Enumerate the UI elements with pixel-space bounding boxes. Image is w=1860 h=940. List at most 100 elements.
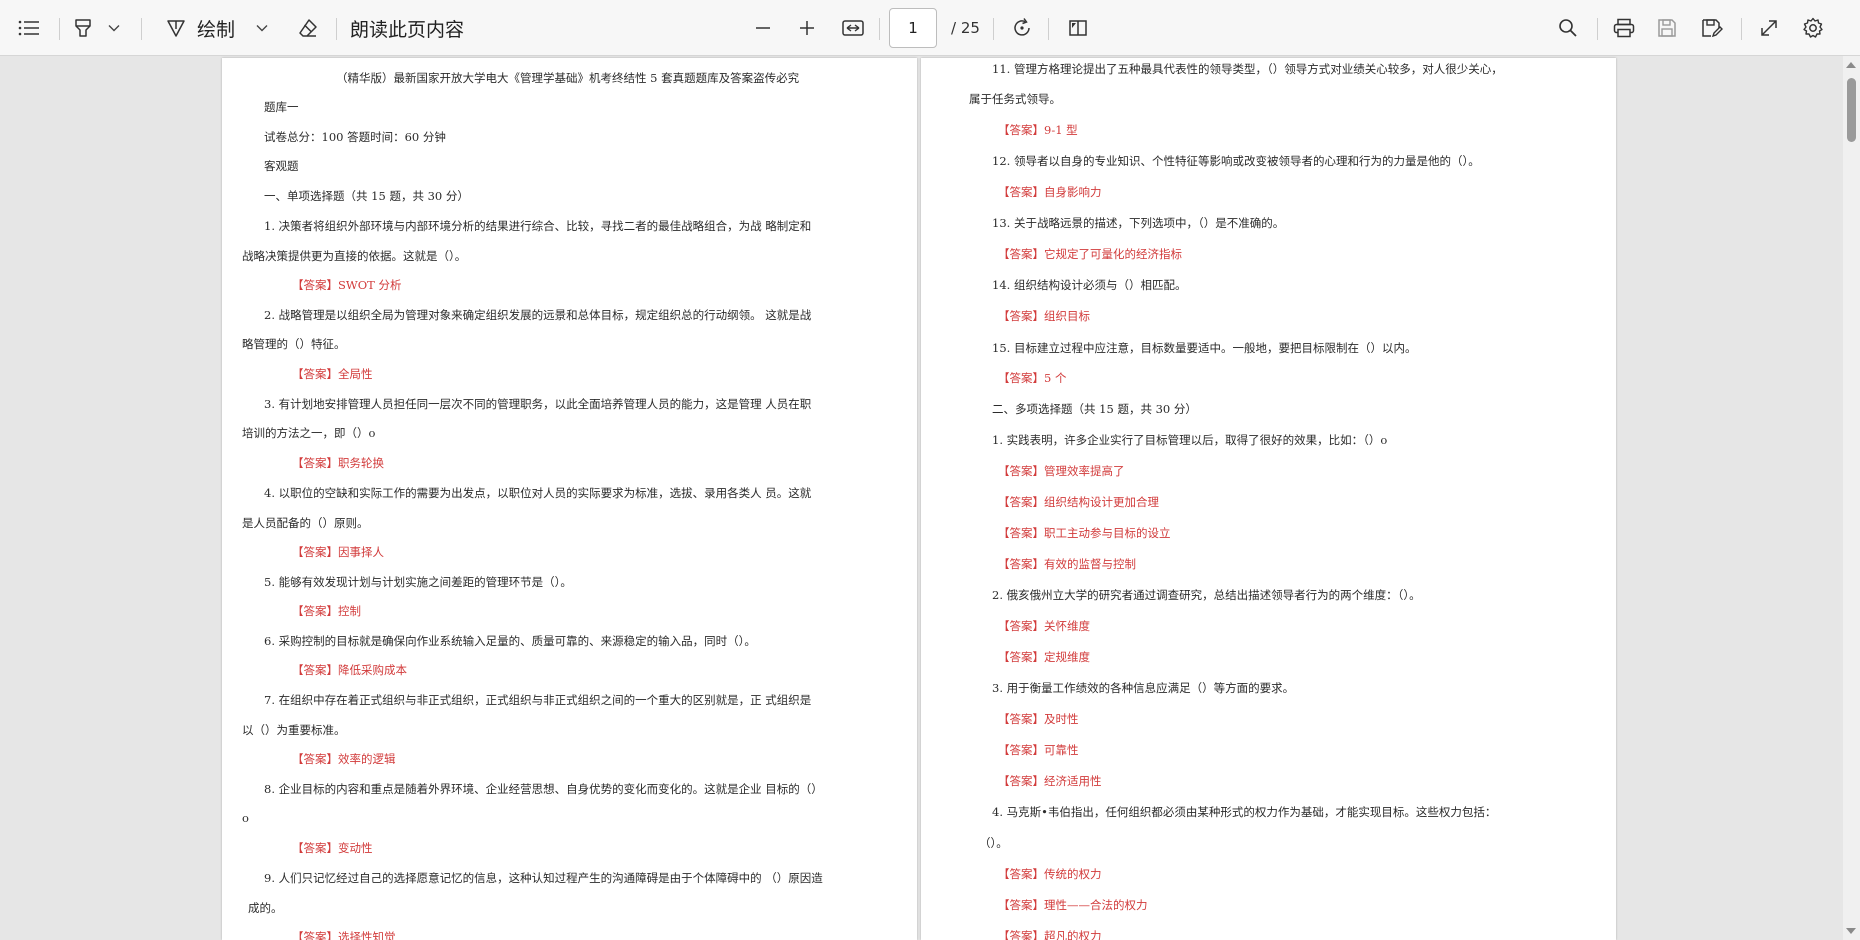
scroll-down-arrow-icon[interactable] [1846,928,1856,934]
question-line: 4. 马克斯•韦伯指出，任何组织都必须由某种形式的权力作为基础，才能实现目标。这… [992,805,1497,819]
answer-line: 【答案】变动性 [292,841,373,855]
answer-line: 【答案】自身影响力 [998,185,1102,199]
question-line: 略管理的（）特征。 [242,337,346,351]
highlighter-icon [75,19,91,37]
save-button[interactable] [1650,0,1684,56]
answer-line: 【答案】降低采购成本 [292,663,407,677]
question-line: 属于任务式领导。 [969,92,1061,106]
question-line: （精华版）最新国家开放大学电大《管理学基础》机考终结性 5 套真题题库及答案盗传… [336,71,800,85]
read-aloud-button[interactable]: 朗读此页内容 [350,0,470,56]
pen-icon [167,20,185,37]
answer-line: 【答案】选择性知觉 [292,930,396,940]
draw-dropdown[interactable] [250,0,274,56]
question-line: 培训的方法之一，即（）o [242,426,376,440]
settings-icon [1803,17,1823,38]
question-line: 3. 有计划地安排管理人员担任同一层次不同的管理职务，以此全面培养管理人员的能力… [264,397,812,411]
question-line: 5. 能够有效发现计划与计划实施之间差距的管理环节是（）。 [264,575,572,589]
question-line: 2. 战略管理是以组织全局为管理对象来确定组织发展的远景和总体目标，规定组织总的… [264,308,812,322]
answer-line: 【答案】职工主动参与目标的设立 [998,526,1171,540]
rotate-icon [1014,18,1030,36]
answer-line: 【答案】有效的监督与控制 [998,557,1136,571]
highlight-dropdown[interactable] [102,0,126,56]
answer-line: 【答案】及时性 [998,712,1079,726]
zoom-out-icon [756,27,770,29]
question-line: 试卷总分：100 答题时间：60 分钟 [264,130,446,144]
answer-line: 【答案】SWOT 分析 [292,278,402,292]
page-view-button[interactable] [1062,0,1094,56]
answer-line: 【答案】控制 [292,604,361,618]
rotate-button[interactable] [1006,0,1038,56]
toolbar-divider [879,18,880,40]
print-button[interactable] [1607,0,1641,56]
pdf-toolbar: 绘制 朗读此页内容 1 / 25 [0,0,1860,56]
fit-width-button[interactable] [836,0,870,56]
page-total: / 25 [951,19,980,37]
chevron-down-icon [256,25,268,32]
answer-line: 【答案】传统的权力 [998,867,1102,881]
question-line: 以（）为重要标准。 [242,723,346,737]
draw-label: 绘制 [197,18,236,41]
answer-line: 【答案】定规维度 [998,650,1090,664]
question-line: 客观题 [264,159,299,173]
read-aloud-label: 朗读此页内容 [350,18,465,41]
vertical-scrollbar[interactable] [1843,56,1860,940]
answer-line: 【答案】理性——合法的权力 [998,898,1148,912]
question-line: o [242,811,249,825]
pdf-page-left: （精华版）最新国家开放大学电大《管理学基础》机考终结性 5 套真题题库及答案盗传… [222,58,917,940]
question-line: 3. 用于衡量工作绩效的各种信息应满足（）等方面的要求。 [992,681,1295,695]
settings-button[interactable] [1796,0,1830,56]
toolbar-divider [59,18,60,40]
answer-line: 【答案】因事择人 [292,545,384,559]
toolbar-divider [1741,18,1742,40]
answer-line: 【答案】它规定了可量化的经济指标 [998,247,1182,261]
fullscreen-button[interactable] [1752,0,1786,56]
question-line: 1. 决策者将组织外部环境与内部环境分析的结果进行综合、比较，寻找二者的最佳战略… [264,219,812,233]
question-line: 一、单项选择题（共 15 题，共 30 分） [264,189,469,203]
save-as-icon [1702,19,1723,38]
zoom-out-button[interactable] [748,0,778,56]
zoom-in-button[interactable] [792,0,822,56]
question-line: 15. 目标建立过程中应注意，目标数量要适中。一般地，要把目标限制在（）以内。 [992,341,1417,355]
scroll-up-arrow-icon[interactable] [1846,62,1856,68]
highlight-button[interactable] [68,0,98,56]
question-line: 13. 关于战略远景的描述，下列选项中，（）是不准确的。 [992,216,1285,230]
question-line: 战略决策提供更为直接的依据。这就是（）。 [242,249,467,263]
question-line: 12. 领导者以自身的专业知识、个性特征等影响或改变被领导者的心理和行为的力量是… [992,154,1480,168]
scroll-thumb[interactable] [1847,78,1856,142]
draw-label-wrap[interactable]: 绘制 [197,0,247,56]
save-as-button[interactable] [1695,0,1729,56]
draw-button[interactable] [160,0,192,56]
question-line: 4. 以职位的空缺和实际工作的需要为出发点，以职位对人员的实际要求为标准，选拔、… [264,486,812,500]
answer-line: 【答案】关怀维度 [998,619,1090,633]
toolbar-divider [1048,18,1049,40]
answer-line: 【答案】组织结构设计更加合理 [998,495,1159,509]
question-line: 成的。 [248,901,283,915]
print-icon [1613,18,1635,38]
toolbar-divider [336,18,337,40]
page-view-icon [1069,20,1087,36]
question-line: 6. 采购控制的目标就是确保向作业系统输入足量的、质量可靠的、来源稳定的输入品，… [264,634,756,648]
contents-button[interactable] [14,0,44,56]
pdf-page-right: 11. 管理方格理论提出了五种最具代表性的领导类型，（）领导方式对业绩关心较多，… [921,58,1616,940]
answer-line: 【答案】9-1 型 [998,123,1078,137]
save-icon [1658,19,1676,37]
question-line: 14. 组织结构设计必须与（）相匹配。 [992,278,1187,292]
search-icon [1559,19,1577,37]
answer-line: 【答案】效率的逻辑 [292,752,396,766]
chevron-down-icon [108,25,120,32]
answer-line: 【答案】超凡的权力 [998,929,1102,940]
eraser-icon [299,19,317,37]
answer-line: 【答案】可靠性 [998,743,1079,757]
erase-button[interactable] [292,0,324,56]
search-button[interactable] [1552,0,1584,56]
toolbar-divider [141,18,142,40]
fit-width-icon [842,20,864,36]
fullscreen-icon [1761,20,1777,36]
question-line: 题库一 [264,100,299,114]
answer-line: 【答案】管理效率提高了 [998,464,1125,478]
question-line: 1. 实践表明，许多企业实行了目标管理以后，取得了很好的效果，比如：（）o [992,433,1388,447]
toolbar-divider [1597,18,1598,40]
page-number-input[interactable]: 1 [889,8,937,48]
contents-icon [18,20,39,36]
question-line: 二、多项选择题（共 15 题，共 30 分） [992,402,1197,416]
